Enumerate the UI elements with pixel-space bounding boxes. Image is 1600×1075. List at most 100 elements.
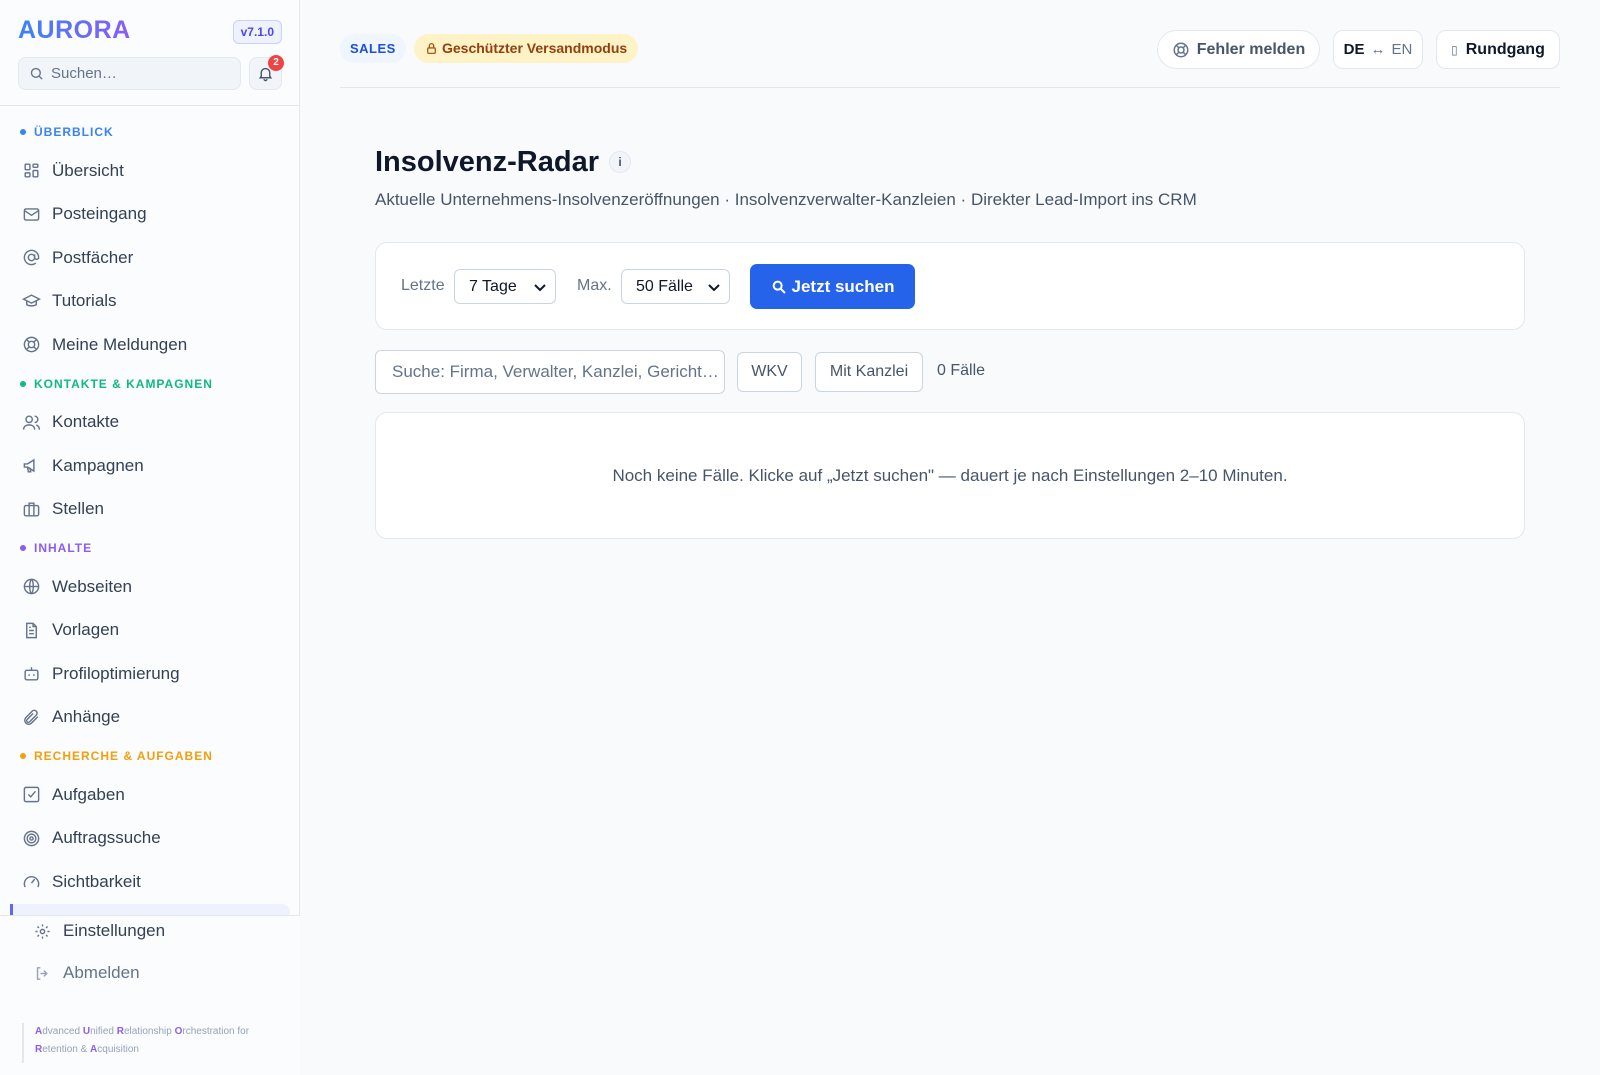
tagline-word: cquisition (97, 1044, 139, 1055)
sidebar-item-tutorials[interactable]: Tutorials (0, 280, 300, 324)
max-select-value: 50 Fälle (636, 277, 693, 295)
section-heading-recherche-aufgaben: RECHERCHE & AUFGABEN (0, 739, 300, 773)
sidebar-item-label: Sichtbarkeit (52, 871, 141, 891)
results-empty-state: Noch keine Fälle. Klicke auf „Jetzt such… (375, 412, 1525, 539)
globe-icon (23, 578, 40, 595)
period-select[interactable]: 7 Tage (454, 269, 556, 304)
sidebar-item-vorlagen[interactable]: Vorlagen (0, 609, 300, 653)
section-heading-inhalte: INHALTE (0, 531, 300, 565)
at-icon (23, 249, 40, 266)
logout-label: Abmelden (63, 963, 140, 982)
section-label: KONTAKTE & KAMPAGNEN (34, 376, 213, 391)
sidebar-item-posteingang[interactable]: Posteingang (0, 193, 300, 237)
sidebar-item-active[interactable] (10, 903, 290, 915)
lang-en: EN (1391, 41, 1413, 58)
tagline-word: rchestration for (182, 1026, 250, 1037)
info-icon[interactable]: i (609, 151, 631, 173)
settings-link[interactable]: Einstellungen (34, 916, 165, 946)
page-subtitle: Aktuelle Unternehmens-Insolvenzeröffnung… (375, 190, 1197, 209)
section-label: ÜBERBLICK (34, 125, 114, 139)
case-search-input[interactable]: Suche: Firma, Verwalter, Kanzlei, Gerich… (375, 350, 725, 394)
sidebar-item-auftragssuche[interactable]: Auftragssuche (0, 817, 300, 861)
empty-state-message: Noch keine Fälle. Klicke auf „Jetzt such… (612, 465, 1288, 485)
gear-icon (35, 923, 50, 939)
max-select[interactable]: 50 Fälle (621, 269, 730, 304)
divider (0, 105, 300, 106)
title-row: Insolvenz-Radar i (375, 143, 631, 181)
sidebar-item-label: Stellen (52, 499, 104, 519)
grid-icon (24, 163, 39, 178)
tour-label: Rundgang (1465, 40, 1545, 58)
sidebar-item-sichtbarkeit[interactable]: Sichtbarkeit (0, 860, 300, 904)
sidebar-footer: Einstellungen Abmelden Advanced Unified … (0, 915, 300, 1075)
sidebar-item-kampagnen[interactable]: Kampagnen (0, 444, 300, 488)
tour-button[interactable]: ▯ Rundgang (1436, 30, 1560, 69)
lifebuoy-icon (23, 336, 40, 353)
paperclip-icon (24, 709, 39, 725)
gauge-icon (23, 876, 40, 888)
magnifier-icon (772, 280, 786, 294)
topbar: SALES Geschützter Versandmodus Fehler me… (340, 30, 1560, 88)
safe-mode-label: Geschützter Versandmodus (442, 40, 628, 56)
brand-row: AURORA v7.1.0 (18, 16, 282, 48)
wkv-filter-chip[interactable]: WKV (737, 352, 802, 392)
checkbox-icon (23, 786, 40, 803)
search-now-button[interactable]: Jetzt suchen (750, 264, 915, 309)
sidebar-item-anhänge[interactable]: Anhänge (0, 696, 300, 740)
bot-icon (24, 667, 39, 681)
tour-icon: ▯ (1451, 42, 1458, 57)
sidebar-item-stellen[interactable]: Stellen (0, 488, 300, 532)
sidebar-item-profiloptimierung[interactable]: Profiloptimierung (0, 652, 300, 696)
section-dot (20, 129, 26, 135)
tagline-word: etention & (42, 1044, 91, 1055)
sidebar-item-label: Webseiten (52, 576, 133, 596)
tagline-word: nified (90, 1026, 117, 1037)
logout-link[interactable]: Abmelden (34, 958, 140, 988)
max-label: Max. (577, 277, 612, 294)
section-label: INHALTE (34, 541, 93, 555)
sidebar-item-label: Auftragssuche (52, 828, 161, 848)
app-tagline: Advanced Unified Relationship Orchestrat… (22, 1023, 272, 1063)
notifications-button[interactable]: 2 (249, 55, 284, 90)
sidebar-item-aufgaben[interactable]: Aufgaben (0, 773, 300, 817)
version-badge: v7.1.0 (232, 20, 282, 44)
sidebar-item-label: Vorlagen (52, 620, 120, 640)
language-toggle[interactable]: DE ↔ EN (1333, 30, 1423, 69)
tagline-word: dvanced (42, 1026, 83, 1037)
chevron-down-icon (534, 284, 546, 292)
sidebar-search-row: Suchen… 2 (18, 55, 284, 90)
sidebar-item-label: Aufgaben (52, 784, 125, 804)
sidebar-nav: ÜBERBLICK Übersicht Posteingang Postfäch… (0, 115, 300, 915)
logout-icon (36, 966, 48, 980)
mode-badge: SALES (340, 34, 406, 63)
document-icon (26, 622, 37, 639)
sidebar-item-label: Postfächer (52, 247, 134, 267)
lifebuoy-icon (1173, 42, 1189, 57)
section-label: RECHERCHE & AUFGABEN (34, 749, 213, 763)
sidebar-item-kontakte[interactable]: Kontakte (0, 401, 300, 445)
report-error-button[interactable]: Fehler melden (1157, 30, 1320, 69)
section-dot (20, 753, 26, 759)
sidebar-item-meine-meldungen[interactable]: Meine Meldungen (0, 323, 300, 367)
sidebar-item-postfächer[interactable]: Postfächer (0, 236, 300, 280)
report-error-label: Fehler melden (1196, 40, 1306, 58)
sidebar-item-label: Übersicht (52, 160, 124, 180)
sidebar-search-input[interactable]: Suchen… (18, 57, 241, 90)
with-kanzlei-filter-chip[interactable]: Mit Kanzlei (815, 352, 923, 392)
notification-count-badge: 2 (268, 55, 284, 71)
sidebar-item-webseiten[interactable]: Webseiten (0, 565, 300, 609)
search-settings-card: Letzte 7 Tage Max. 50 Fälle Jetzt suchen (375, 242, 1525, 330)
app-logo[interactable]: AURORA (18, 16, 131, 45)
lock-icon (427, 42, 436, 55)
section-heading-überblick: ÜBERBLICK (0, 115, 300, 149)
section-dot (20, 380, 26, 387)
megaphone-icon (23, 458, 35, 473)
case-count: 0 Fälle (937, 362, 986, 379)
safe-mode-badge: Geschützter Versandmodus (414, 34, 639, 63)
results-filter-row: Suche: Firma, Verwalter, Kanzlei, Gerich… (375, 350, 1525, 394)
sidebar-item-übersicht[interactable]: Übersicht (0, 149, 300, 193)
sidebar-item-label: Profiloptimierung (52, 663, 180, 683)
section-dot (20, 545, 26, 551)
search-icon (30, 67, 43, 80)
settings-label: Einstellungen (63, 921, 166, 940)
